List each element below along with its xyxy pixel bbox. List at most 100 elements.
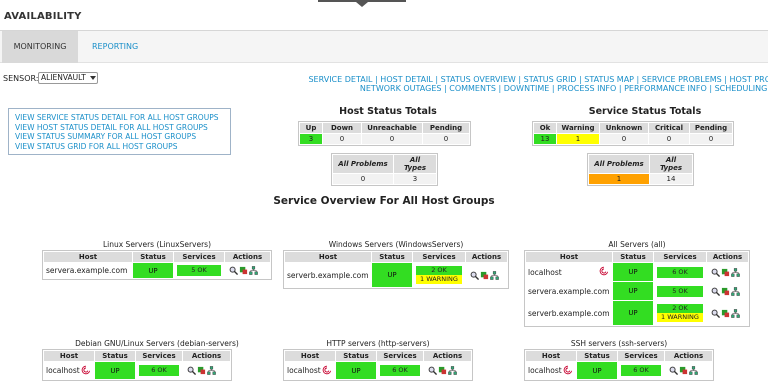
- network-icon[interactable]: [448, 366, 457, 375]
- service-all-problems-header[interactable]: All Problems: [589, 155, 649, 173]
- host-map-icon[interactable]: [679, 366, 688, 375]
- host-link[interactable]: localhost: [528, 268, 562, 277]
- magnifier-icon[interactable]: [470, 271, 479, 280]
- host-map-icon[interactable]: [480, 271, 489, 280]
- nav-service-problems[interactable]: SERVICE PROBLEMS: [642, 75, 722, 84]
- network-icon[interactable]: [490, 270, 499, 280]
- host-map-icon[interactable]: [438, 366, 447, 375]
- group-title-all[interactable]: All Servers (all): [524, 240, 750, 249]
- group-title-windows[interactable]: Windows Servers (WindowsServers): [283, 240, 509, 249]
- nav-process-info[interactable]: PROCESS INFO: [557, 84, 616, 93]
- network-icon[interactable]: [207, 366, 216, 375]
- nav-performance-info[interactable]: PERFORMANCE INFO: [624, 84, 707, 93]
- host-link[interactable]: serverb.example.com: [526, 301, 612, 325]
- nav-comments[interactable]: COMMENTS: [449, 84, 496, 93]
- host-down-header[interactable]: Down: [323, 123, 361, 133]
- row-actions: [424, 362, 471, 379]
- service-pending-header[interactable]: Pending: [690, 123, 732, 133]
- tab-monitoring[interactable]: MONITORING: [2, 31, 78, 63]
- host-map-icon[interactable]: [721, 268, 730, 277]
- nav-host-detail[interactable]: HOST DETAIL: [380, 75, 433, 84]
- group-title-http[interactable]: HTTP servers (http-servers): [283, 339, 473, 348]
- nav-status-grid[interactable]: STATUS GRID: [524, 75, 577, 84]
- host-link[interactable]: localhost: [287, 366, 321, 375]
- link-status-grid[interactable]: VIEW STATUS GRID FOR ALL HOST GROUPS: [15, 142, 224, 152]
- magnifier-icon[interactable]: [669, 366, 678, 375]
- table-row: localhost UP 6 OK: [285, 362, 471, 379]
- host-link[interactable]: localhost: [46, 366, 80, 375]
- nav-network-outages[interactable]: NETWORK OUTAGES: [360, 84, 442, 93]
- col-host: Host: [285, 351, 335, 361]
- col-status: Status: [577, 351, 617, 361]
- network-icon[interactable]: [249, 266, 258, 275]
- network-icon[interactable]: [731, 267, 740, 277]
- services-warning-badge[interactable]: 1 WARNING: [657, 313, 703, 322]
- nav-status-overview[interactable]: STATUS OVERVIEW: [441, 75, 516, 84]
- services-ok-badge[interactable]: 2 OK: [416, 266, 462, 275]
- network-icon[interactable]: [689, 366, 698, 375]
- magnifier-icon[interactable]: [428, 366, 437, 375]
- sensor-select[interactable]: ALIENVAULT: [38, 72, 98, 84]
- col-host: Host: [285, 252, 371, 262]
- row-actions: [707, 263, 748, 281]
- link-status-summary[interactable]: VIEW STATUS SUMMARY FOR ALL HOST GROUPS: [15, 132, 224, 142]
- host-map-icon[interactable]: [239, 266, 248, 275]
- link-service-status-detail[interactable]: VIEW SERVICE STATUS DETAIL FOR ALL HOST …: [15, 113, 224, 123]
- host-unreachable-header[interactable]: Unreachable: [362, 123, 422, 133]
- service-unknown-header[interactable]: Unknown: [600, 123, 648, 133]
- group-title-ssh[interactable]: SSH servers (ssh-servers): [524, 339, 714, 348]
- magnifier-icon[interactable]: [711, 309, 720, 318]
- services-ok-badge[interactable]: 6 OK: [657, 266, 703, 278]
- host-all-problems-header[interactable]: All Problems: [333, 155, 393, 173]
- magnifier-icon[interactable]: [229, 266, 238, 275]
- host-all-types-header[interactable]: All Types: [394, 155, 436, 173]
- host-link[interactable]: localhost: [528, 366, 562, 375]
- host-map-icon[interactable]: [721, 287, 730, 296]
- host-all-types-count: 3: [394, 174, 436, 184]
- tab-reporting[interactable]: REPORTING: [80, 31, 150, 63]
- service-critical-header[interactable]: Critical: [649, 123, 689, 133]
- services-ok-badge[interactable]: 5 OK: [657, 285, 703, 297]
- services-ok-badge[interactable]: 6 OK: [139, 365, 179, 376]
- service-pending-count: 0: [690, 134, 732, 144]
- services-ok-badge[interactable]: 6 OK: [380, 365, 420, 376]
- host-group-links-box: VIEW SERVICE STATUS DETAIL FOR ALL HOST …: [8, 108, 231, 155]
- magnifier-icon[interactable]: [187, 366, 196, 375]
- host-link[interactable]: servera.example.com: [44, 263, 132, 278]
- magnifier-icon[interactable]: [711, 287, 720, 296]
- host-link[interactable]: serverb.example.com: [285, 263, 371, 287]
- services-ok-badge[interactable]: 5 OK: [177, 265, 221, 276]
- host-pending-header[interactable]: Pending: [423, 123, 469, 133]
- col-status: Status: [613, 252, 653, 262]
- nav-host-problems[interactable]: HOST PROBLEMS: [730, 75, 768, 84]
- network-icon[interactable]: [731, 308, 740, 318]
- service-all-types-header[interactable]: All Types: [650, 155, 692, 173]
- host-link[interactable]: servera.example.com: [526, 282, 612, 300]
- service-ok-header[interactable]: Ok: [534, 123, 556, 133]
- services-ok-badge[interactable]: 6 OK: [621, 365, 661, 376]
- service-totals-title: Service Status Totals: [588, 106, 702, 117]
- page-title: AVAILABILITY: [4, 11, 82, 22]
- services-warning-badge[interactable]: 1 WARNING: [416, 275, 462, 284]
- network-icon[interactable]: [731, 286, 740, 296]
- nav-service-detail[interactable]: SERVICE DETAIL: [308, 75, 372, 84]
- row-actions: [183, 362, 230, 379]
- nav-status-map[interactable]: STATUS MAP: [584, 75, 634, 84]
- host-up-header[interactable]: Up: [300, 123, 322, 133]
- nav-line-2: NETWORK OUTAGES | COMMENTS | DOWNTIME | …: [280, 84, 768, 93]
- row-actions: [225, 263, 270, 278]
- group-table-all: Host Status Services Actions localhost U…: [524, 250, 750, 327]
- host-status: UP: [336, 362, 376, 379]
- service-warning-count: 1: [557, 134, 599, 144]
- host-map-icon[interactable]: [721, 309, 730, 318]
- services-ok-badge[interactable]: 2 OK: [657, 304, 703, 313]
- group-title-linux[interactable]: Linux Servers (LinuxServers): [42, 240, 272, 249]
- nav-scheduling-queue[interactable]: SCHEDULING QUEUE: [715, 84, 768, 93]
- host-map-icon[interactable]: [197, 366, 206, 375]
- service-warning-header[interactable]: Warning: [557, 123, 599, 133]
- group-title-debian[interactable]: Debian GNU/Linux Servers (debian-servers…: [42, 339, 272, 348]
- magnifier-icon[interactable]: [711, 268, 720, 277]
- link-host-status-detail[interactable]: VIEW HOST STATUS DETAIL FOR ALL HOST GRO…: [15, 123, 224, 133]
- col-services: Services: [654, 252, 706, 262]
- nav-downtime[interactable]: DOWNTIME: [504, 84, 550, 93]
